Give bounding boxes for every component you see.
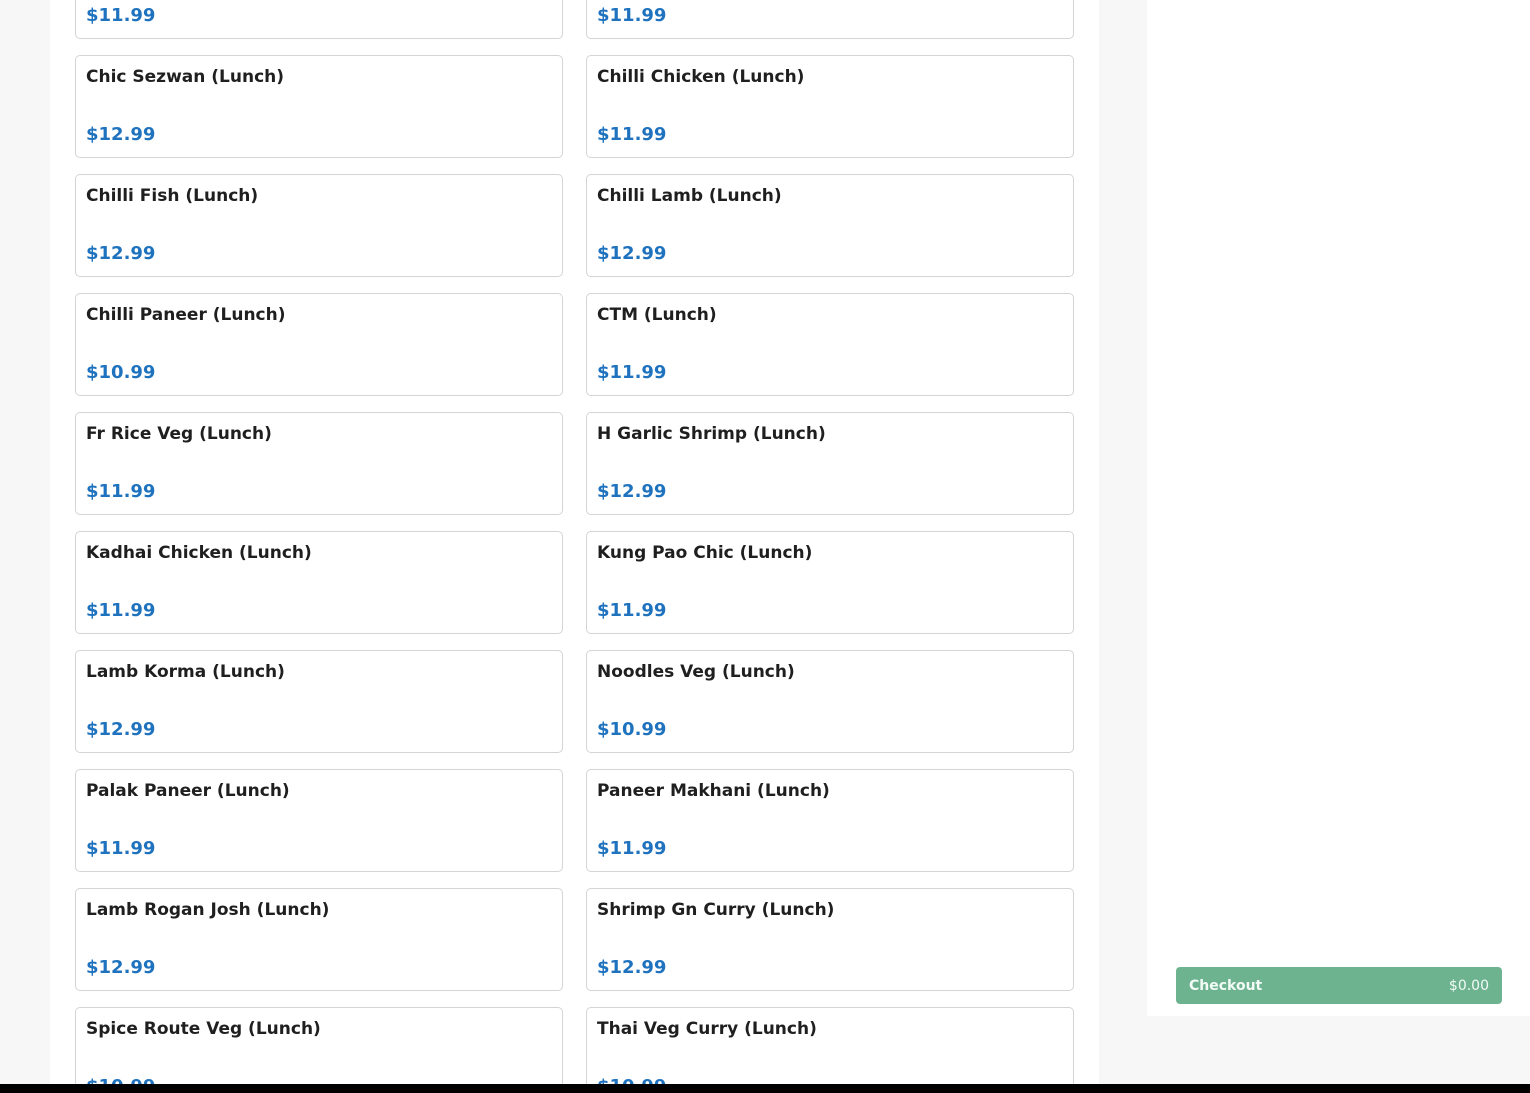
menu-panel: $11.99 $11.99 Chic Sezwan (Lunch) $12.99 Chi… xyxy=(50,0,1099,1084)
menu-item-card[interactable]: H Garlic Shrimp (Lunch) $12.99 xyxy=(586,412,1074,515)
menu-item-card[interactable]: Kadhai Chicken (Lunch) $11.99 xyxy=(75,531,563,634)
menu-item-name: Noodles Veg (Lunch) xyxy=(597,662,795,682)
menu-item-price: $12.99 xyxy=(597,957,667,978)
menu-item-price: $10.99 xyxy=(86,362,156,383)
cart-total: $0.00 xyxy=(1448,977,1489,994)
menu-item-card[interactable]: Shrimp Gn Curry (Lunch) $12.99 xyxy=(586,888,1074,991)
cart-panel: Checkout $0.00 xyxy=(1147,0,1530,1016)
checkout-label: Checkout xyxy=(1189,977,1263,994)
menu-item-card[interactable]: Palak Paneer (Lunch) $11.99 xyxy=(75,769,563,872)
menu-item-price: $10.99 xyxy=(597,719,667,740)
menu-item-card[interactable]: Chic Sezwan (Lunch) $12.99 xyxy=(75,55,563,158)
menu-item-name: Thai Veg Curry (Lunch) xyxy=(597,1019,817,1039)
menu-item-price: $12.99 xyxy=(597,243,667,264)
menu-item-price: $12.99 xyxy=(86,243,156,264)
menu-item-card[interactable]: Kung Pao Chic (Lunch) $11.99 xyxy=(586,531,1074,634)
menu-item-name: Spice Route Veg (Lunch) xyxy=(86,1019,321,1039)
menu-item-price: $12.99 xyxy=(86,124,156,145)
menu-item-name: Chic Sezwan (Lunch) xyxy=(86,67,285,87)
menu-item-price: $12.99 xyxy=(86,957,156,978)
menu-item-name: Shrimp Gn Curry (Lunch) xyxy=(597,900,835,920)
menu-item-price: $12.99 xyxy=(597,481,667,502)
menu-item-card[interactable]: Chilli Chicken (Lunch) $11.99 xyxy=(586,55,1074,158)
menu-item-card[interactable]: $11.99 xyxy=(586,0,1074,39)
menu-item-card[interactable]: Lamb Rogan Josh (Lunch) $12.99 xyxy=(75,888,563,991)
menu-item-name: Kung Pao Chic (Lunch) xyxy=(597,543,813,563)
menu-item-name: Fr Rice Veg (Lunch) xyxy=(86,424,272,444)
menu-item-name: Palak Paneer (Lunch) xyxy=(86,781,290,801)
menu-item-price: $11.99 xyxy=(86,481,156,502)
menu-item-card[interactable]: Chilli Lamb (Lunch) $12.99 xyxy=(586,174,1074,277)
menu-item-card[interactable]: Thai Veg Curry (Lunch) $10.99 xyxy=(586,1007,1074,1084)
menu-item-name: CTM (Lunch) xyxy=(597,305,717,325)
menu-item-name: Chilli Lamb (Lunch) xyxy=(597,186,782,206)
menu-item-card[interactable]: $11.99 xyxy=(75,0,563,39)
menu-item-price: $11.99 xyxy=(86,600,156,621)
menu-item-card[interactable]: Chilli Fish (Lunch) $12.99 xyxy=(75,174,563,277)
menu-item-price: $11.99 xyxy=(597,362,667,383)
menu-item-price: $11.99 xyxy=(597,124,667,145)
menu-item-name: Lamb Rogan Josh (Lunch) xyxy=(86,900,330,920)
menu-item-price: $10.99 xyxy=(86,1077,552,1085)
menu-item-name: Paneer Makhani (Lunch) xyxy=(597,781,830,801)
menu-item-card[interactable]: CTM (Lunch) $11.99 xyxy=(586,293,1074,396)
menu-item-name: Lamb Korma (Lunch) xyxy=(86,662,285,682)
menu-item-card[interactable]: Noodles Veg (Lunch) $10.99 xyxy=(586,650,1074,753)
menu-item-name: Kadhai Chicken (Lunch) xyxy=(86,543,312,563)
menu-item-name: H Garlic Shrimp (Lunch) xyxy=(597,424,826,444)
menu-item-card[interactable]: Fr Rice Veg (Lunch) $11.99 xyxy=(75,412,563,515)
menu-item-name: Chilli Fish (Lunch) xyxy=(86,186,259,206)
menu-item-name: Chilli Chicken (Lunch) xyxy=(597,67,805,87)
checkout-button[interactable]: Checkout $0.00 xyxy=(1176,967,1502,1004)
menu-item-card[interactable]: Spice Route Veg (Lunch) $10.99 xyxy=(75,1007,563,1084)
menu-item-price: $11.99 xyxy=(597,600,667,621)
menu-item-card[interactable]: Chilli Paneer (Lunch) $10.99 xyxy=(75,293,563,396)
menu-item-price: $12.99 xyxy=(86,719,156,740)
menu-item-price: $10.99 xyxy=(597,1077,1063,1085)
menu-item-grid: $11.99 $11.99 Chic Sezwan (Lunch) $12.99 Chi… xyxy=(75,0,1074,1084)
bottom-bar xyxy=(0,1084,1530,1093)
menu-item-card[interactable]: Paneer Makhani (Lunch) $11.99 xyxy=(586,769,1074,872)
menu-item-price: $11.99 xyxy=(86,5,156,26)
menu-item-price: $11.99 xyxy=(597,838,667,859)
menu-item-name: Chilli Paneer (Lunch) xyxy=(86,305,286,325)
menu-item-price: $11.99 xyxy=(86,838,156,859)
menu-item-price: $11.99 xyxy=(597,5,667,26)
menu-item-card[interactable]: Lamb Korma (Lunch) $12.99 xyxy=(75,650,563,753)
